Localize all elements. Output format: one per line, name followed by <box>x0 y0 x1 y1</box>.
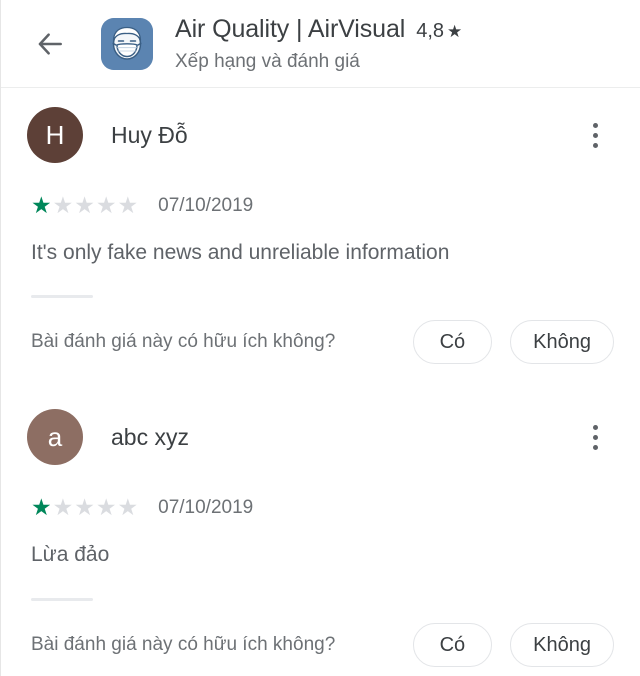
helpful-row: Bài đánh giá này có hữu ích không? Có Kh… <box>27 320 616 365</box>
star-icon-empty: ★ <box>74 494 95 521</box>
star-icon-empty: ★ <box>95 192 117 218</box>
helpful-row: Bài đánh giá này có hữu ích không? Có Kh… <box>27 622 616 667</box>
app-rating-value: 4,8 <box>416 19 445 42</box>
review-text: Lừa đảo <box>31 543 110 567</box>
helpful-no-button[interactable]: Không <box>510 622 614 667</box>
star-icon-empty: ★ <box>52 494 74 521</box>
app-title: Air Quality | AirVisual <box>175 14 406 43</box>
dot <box>592 142 598 148</box>
divider <box>31 295 93 299</box>
avatar-initial: H <box>45 119 65 150</box>
helpful-yes-button[interactable]: Có <box>412 622 493 667</box>
header-title-row: Air Quality | AirVisual 4,8 ★ <box>175 15 462 45</box>
review-date: 07/10/2019 <box>158 496 254 518</box>
star-icon-filled: ★ <box>31 192 52 218</box>
more-vert-icon[interactable] <box>578 416 612 458</box>
reviews-list: H Huy Đỗ ★ ★ ★ ★ ★ 07/10/2019 It's only … <box>1 88 640 667</box>
review-date: 07/10/2019 <box>158 194 254 216</box>
helpful-no-button[interactable]: Không <box>510 320 614 365</box>
star-icon-empty: ★ <box>117 494 139 521</box>
review-separator <box>1 364 640 404</box>
app-header: Air Quality | AirVisual 4,8 ★ Xếp hạng v… <box>1 0 640 88</box>
reviews-page: Air Quality | AirVisual 4,8 ★ Xếp hạng v… <box>0 0 640 676</box>
dot <box>592 122 598 128</box>
avatar: a <box>27 409 83 466</box>
dot <box>592 444 598 450</box>
review-item: H Huy Đỗ ★ ★ ★ ★ ★ 07/10/2019 It's only … <box>1 102 640 365</box>
reviewer-name: abc xyz <box>111 423 189 450</box>
star-icon: ★ <box>447 21 463 41</box>
star-icon-filled: ★ <box>31 494 52 521</box>
divider <box>31 597 93 601</box>
helpful-buttons: Có Không <box>412 320 616 365</box>
back-button[interactable] <box>23 17 77 71</box>
helpful-yes-button[interactable]: Có <box>412 320 493 365</box>
more-vert-icon[interactable] <box>578 114 612 156</box>
avatar: H <box>27 107 83 163</box>
star-icon-empty: ★ <box>117 192 139 218</box>
avatar-initial: a <box>47 421 63 452</box>
masked-face-app-icon[interactable] <box>101 18 153 70</box>
star-rating: ★ ★ ★ ★ ★ <box>31 496 138 519</box>
review-header: H Huy Đỗ <box>27 102 616 168</box>
dot <box>592 424 598 430</box>
helpful-question: Bài đánh giá này có hữu ích không? <box>31 633 336 655</box>
page-subtitle: Xếp hạng và đánh giá <box>175 51 360 73</box>
dot <box>592 434 598 440</box>
review-header: a abc xyz <box>27 404 616 470</box>
star-icon-empty: ★ <box>52 192 74 218</box>
review-item: a abc xyz ★ ★ ★ ★ ★ 07/10/2019 Lừa đảo B… <box>1 404 640 667</box>
dot <box>592 132 598 138</box>
helpful-buttons: Có Không <box>412 622 616 667</box>
review-text: It's only fake news and unreliable infor… <box>31 241 450 264</box>
rating-row: ★ ★ ★ ★ ★ 07/10/2019 <box>27 496 616 519</box>
rating-row: ★ ★ ★ ★ ★ 07/10/2019 <box>27 194 616 217</box>
reviewer-name: Huy Đỗ <box>111 121 188 148</box>
back-arrow-icon <box>34 28 66 60</box>
star-icon-empty: ★ <box>74 192 95 218</box>
header-text-block: Air Quality | AirVisual 4,8 ★ Xếp hạng v… <box>175 15 462 74</box>
star-icon-empty: ★ <box>95 494 117 521</box>
helpful-question: Bài đánh giá này có hữu ích không? <box>31 331 336 353</box>
star-rating: ★ ★ ★ ★ ★ <box>31 194 138 217</box>
